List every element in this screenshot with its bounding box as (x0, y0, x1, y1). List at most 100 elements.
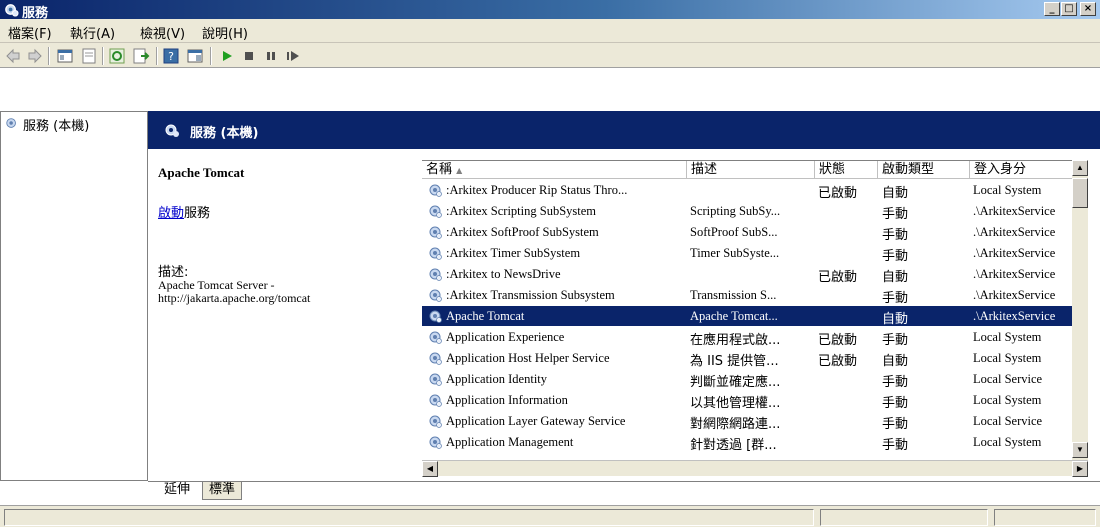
column-header-startup-type[interactable]: 啟動類型 (878, 161, 970, 179)
service-row[interactable]: Apache Tomcat Apache Tomcat... 自動 .\Arkitex… (422, 306, 1086, 327)
service-description: Timer SubSyste... (690, 246, 780, 260)
refresh-icon[interactable] (108, 47, 126, 65)
service-startup-type: 自動 (882, 186, 909, 201)
minimize-button[interactable]: _ (1044, 2, 1060, 16)
service-description: 為 IIS 提供管... (690, 354, 779, 369)
service-logon-as: .\ArkitexService (973, 246, 1056, 260)
toolbar: ? (0, 43, 1100, 68)
service-startup-type: 手動 (882, 228, 909, 243)
service-name: Application Information (446, 393, 568, 407)
column-header-description[interactable]: 描述 (687, 161, 815, 179)
service-logon-as: .\ArkitexService (973, 225, 1056, 239)
service-description: SoftProof SubS... (690, 225, 778, 239)
service-status: 已啟動 (818, 186, 858, 201)
vertical-scroll-thumb[interactable] (1072, 178, 1088, 208)
pause-service-icon[interactable] (262, 47, 280, 65)
services-gear-icon (165, 124, 179, 137)
service-startup-type: 手動 (882, 249, 909, 264)
toolbar-separator (48, 47, 50, 65)
service-gear-icon (429, 268, 442, 281)
export-list-icon[interactable] (132, 47, 150, 65)
help-icon[interactable]: ? (162, 47, 180, 65)
service-row[interactable]: :Arkitex Scripting SubSystem Scripting Su… (422, 201, 1086, 222)
service-startup-type: 自動 (882, 312, 909, 327)
service-description: Scripting SubSy... (690, 204, 781, 218)
scroll-down-button[interactable]: ▼ (1072, 442, 1088, 458)
service-status: 已啟動 (818, 333, 858, 348)
scroll-right-button[interactable]: ▶ (1072, 461, 1088, 477)
service-row[interactable]: Application Information 以其他管理權... 手動 Local … (422, 390, 1086, 411)
service-gear-icon (429, 310, 442, 323)
stop-service-icon[interactable] (240, 47, 258, 65)
service-status: 已啟動 (818, 354, 858, 369)
service-logon-as: .\ArkitexService (973, 267, 1056, 281)
service-logon-as: .\ArkitexService (973, 288, 1056, 302)
start-service-link[interactable]: 啟動 (158, 206, 184, 221)
horizontal-scrollbar[interactable]: ◀ ▶ (422, 460, 1088, 477)
service-logon-as: Local Service (973, 414, 1043, 428)
service-row[interactable]: Application Management 針對透過 [群... 手動 Local … (422, 432, 1086, 453)
service-status: 已啟動 (818, 270, 858, 285)
service-row[interactable]: Application Identity 判斷並確定應... 手動 Local Ser… (422, 369, 1086, 390)
tree-item-services-local[interactable]: 服務 (本機) (23, 115, 89, 134)
column-header-logon-as[interactable]: 登入身分 (970, 161, 1088, 179)
column-header-name[interactable]: 名稱 ▲ (422, 161, 687, 179)
scroll-up-button[interactable]: ▲ (1072, 160, 1088, 176)
service-startup-type: 手動 (882, 417, 909, 432)
menu-bar: 檔案(F) 執行(A) 檢視(V) 說明(H) (0, 19, 1100, 43)
forward-arrow-icon[interactable] (26, 47, 44, 65)
tab-extended[interactable]: 延伸 (158, 482, 197, 500)
service-name: :Arkitex Transmission Subsystem (446, 288, 615, 302)
service-name: Application Experience (446, 330, 565, 344)
vertical-scrollbar[interactable]: ▲ ▼ (1072, 160, 1088, 460)
menu-action[interactable]: 執行(A) (70, 23, 115, 42)
service-logon-as: .\ArkitexService (973, 309, 1056, 323)
tab-standard[interactable]: 標準 (202, 482, 243, 500)
service-logon-as: Local System (973, 183, 1042, 197)
service-startup-type: 手動 (882, 375, 909, 390)
service-gear-icon (429, 415, 442, 428)
service-name: :Arkitex to NewsDrive (446, 267, 561, 281)
service-startup-type: 手動 (882, 333, 909, 348)
service-description: 判斷並確定應... (690, 375, 781, 390)
service-startup-type: 手動 (882, 438, 909, 453)
service-description: Apache Tomcat... (690, 309, 778, 323)
view-tabs: 延伸 標準 (148, 481, 1100, 501)
service-name: Application Layer Gateway Service (446, 414, 626, 428)
service-gear-icon (429, 226, 442, 239)
console-icon[interactable] (186, 47, 204, 65)
toolbar-separator (210, 47, 212, 65)
menu-file[interactable]: 檔案(F) (8, 23, 52, 42)
service-gear-icon (429, 331, 442, 344)
service-gear-icon (429, 184, 442, 197)
service-detail-pane: Apache Tomcat 啟動服務 描述: Apache Tomcat Ser… (148, 149, 418, 477)
service-gear-icon (429, 352, 442, 365)
service-row[interactable]: :Arkitex Timer SubSystem Timer SubSyste..… (422, 243, 1086, 264)
service-row[interactable]: Application Host Helper Service 為 IIS 提供管… (422, 348, 1086, 369)
close-button[interactable]: × (1080, 2, 1096, 16)
service-gear-icon (429, 436, 442, 449)
service-row[interactable]: :Arkitex Producer Rip Status Thro... 已啟動 自… (422, 180, 1086, 201)
service-startup-type: 手動 (882, 291, 909, 306)
show-tree-icon[interactable] (56, 47, 74, 65)
service-startup-type: 手動 (882, 396, 909, 411)
service-row[interactable]: :Arkitex to NewsDrive 已啟動 自動 .\ArkitexServi… (422, 264, 1086, 285)
service-name: Apache Tomcat (446, 309, 525, 323)
start-service-suffix: 服務 (184, 206, 211, 221)
restart-service-icon[interactable] (284, 47, 302, 65)
menu-help[interactable]: 說明(H) (202, 23, 248, 42)
column-header-status[interactable]: 狀態 (815, 161, 878, 179)
service-row[interactable]: :Arkitex SoftProof SubSystem SoftProof Su… (422, 222, 1086, 243)
start-service-icon[interactable] (218, 47, 236, 65)
service-row[interactable]: Application Experience 在應用程式啟... 已啟動 手動 Loca… (422, 327, 1086, 348)
properties-sheet-icon[interactable] (80, 47, 98, 65)
service-startup-type: 手動 (882, 207, 909, 222)
service-row[interactable]: Application Layer Gateway Service 對網際網路連.… (422, 411, 1086, 432)
service-row[interactable]: :Arkitex Transmission Subsystem Transmiss… (422, 285, 1086, 306)
scroll-left-button[interactable]: ◀ (422, 461, 438, 477)
service-name: Application Host Helper Service (446, 351, 610, 365)
service-name: :Arkitex SoftProof SubSystem (446, 225, 599, 239)
back-arrow-icon[interactable] (4, 47, 22, 65)
maximize-button[interactable]: □ (1061, 2, 1077, 16)
menu-view[interactable]: 檢視(V) (140, 23, 185, 42)
